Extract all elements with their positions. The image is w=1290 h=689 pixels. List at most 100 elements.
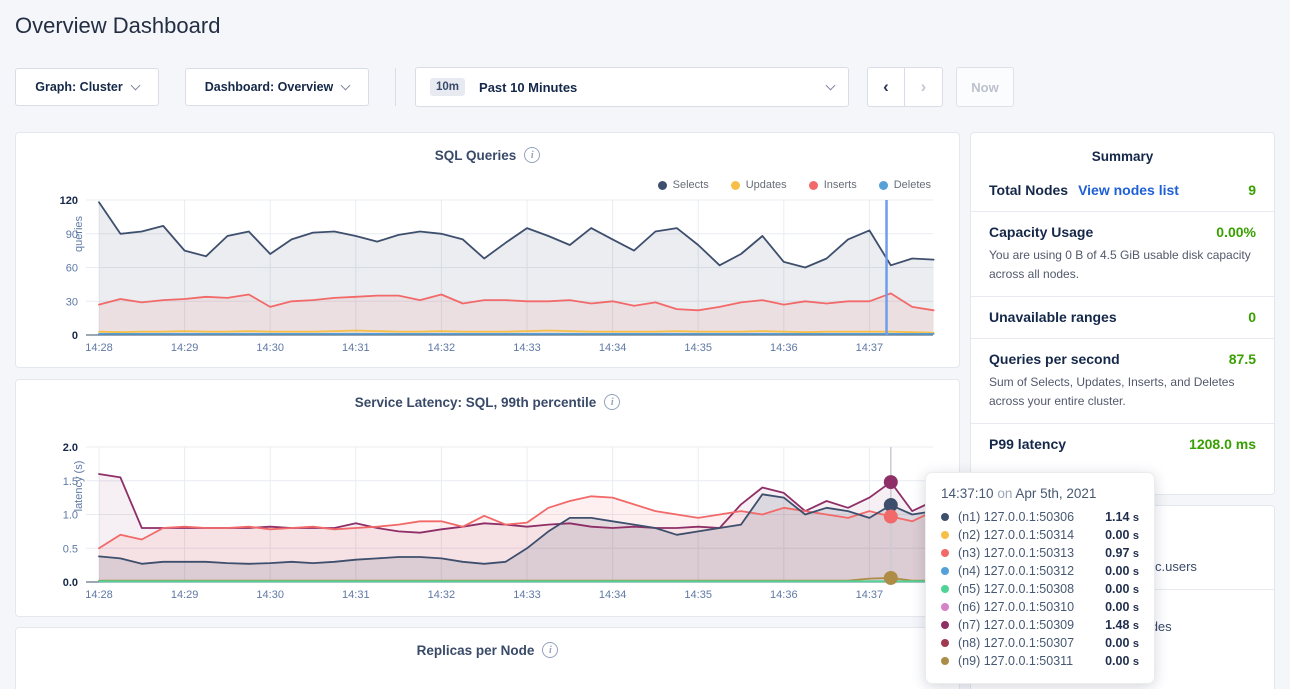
node-color-dot-icon [941, 603, 949, 611]
chevron-down-icon [826, 80, 836, 90]
x-axis-tick-label: 14:30 [256, 589, 284, 601]
hover-point-dot [884, 510, 898, 524]
info-icon[interactable]: i [542, 642, 558, 658]
tooltip-row: (n6) 127.0.0.1:503100.00 s [941, 598, 1139, 616]
y-axis-tick-label: 90 [66, 229, 78, 241]
x-axis-tick-label: 14:37 [856, 589, 884, 601]
node-color-dot-icon [941, 585, 949, 593]
tooltip-timestamp: 14:37:10 on Apr 5th, 2021 [941, 486, 1139, 501]
y-axis-tick-label: 2.0 [63, 442, 78, 454]
x-axis-tick-label: 14:37 [856, 342, 884, 354]
summary-label: Capacity Usage [989, 224, 1093, 240]
x-axis-tick-label: 14:28 [85, 342, 113, 354]
tooltip-node-value: 0.00 s [1105, 528, 1139, 542]
x-axis-tick-label: 14:33 [513, 342, 541, 354]
time-range-badge: 10m [430, 78, 465, 96]
x-axis-tick-label: 14:32 [428, 342, 456, 354]
summary-title: Summary [971, 133, 1274, 170]
service-latency-chart-plot[interactable]: 0.00.51.01.52.014:2814:2914:3014:3114:32… [16, 380, 959, 616]
tooltip-row: (n4) 127.0.0.1:50312 0.00 s [941, 562, 1139, 580]
tooltip-row: (n2) 127.0.0.1:50314 0.00 s [941, 526, 1139, 544]
time-prev-button[interactable]: ‹ [867, 67, 905, 107]
summary-label: Unavailable ranges [989, 309, 1117, 325]
tooltip-row: (n1) 127.0.0.1:503061.14 s [941, 508, 1139, 526]
divider [395, 68, 396, 106]
x-axis-tick-label: 14:36 [770, 589, 798, 601]
x-axis-tick-label: 14:30 [256, 342, 284, 354]
tooltip-node-value: 1.14 s [1105, 510, 1139, 524]
replicas-per-node-chart-title: Replicas per Node [417, 643, 535, 658]
tooltip-node-value: 0.00 s [1105, 564, 1139, 578]
y-axis-tick-label: 30 [66, 296, 78, 308]
summary-label: Total Nodes [989, 182, 1068, 198]
tooltip-node-label: (n7) 127.0.0.1:50309 [958, 618, 1074, 632]
tooltip-row: (n8) 127.0.0.1:50307 0.00 s [941, 634, 1139, 652]
tooltip-node-value: 0.97 s [1105, 546, 1139, 560]
tooltip-node-value: 0.00 s [1105, 636, 1139, 650]
tooltip-row: (n9) 127.0.0.1:50311 0.00 s [941, 652, 1139, 670]
x-axis-tick-label: 14:33 [513, 589, 541, 601]
view-nodes-list-link[interactable]: View nodes list [1078, 182, 1179, 198]
dashboard-dropdown-label: Dashboard: Overview [205, 80, 334, 94]
summary-item-queries-per-second: Queries per second 87.5 Sum of Selects, … [971, 339, 1274, 424]
tooltip-node-label: (n8) 127.0.0.1:50307 [958, 636, 1074, 650]
replicas-per-node-chart-card: Replicas per Node i [15, 627, 960, 689]
y-axis-tick-label: 0.0 [63, 577, 78, 589]
tooltip-node-label: (n9) 127.0.0.1:50311 [958, 654, 1073, 668]
time-step-buttons: ‹ › [867, 67, 943, 107]
now-button[interactable]: Now [956, 67, 1014, 107]
tooltip-node-value: 0.00 s [1105, 654, 1139, 668]
x-axis-tick-label: 14:35 [684, 342, 712, 354]
summary-item-capacity-usage: Capacity Usage 0.00% You are using 0 B o… [971, 212, 1274, 297]
summary-value: 87.5 [1229, 351, 1256, 367]
summary-description: Sum of Selects, Updates, Inserts, and De… [989, 373, 1256, 410]
y-axis-tick-label: 120 [60, 195, 78, 207]
chevron-down-icon [341, 80, 351, 90]
summary-item-unavailable-ranges: Unavailable ranges 0 [971, 297, 1274, 339]
tooltip-node-value: 0.00 s [1105, 582, 1139, 596]
summary-value: 0.00% [1216, 224, 1256, 240]
tooltip-node-label: (n3) 127.0.0.1:50313 [958, 546, 1074, 560]
x-axis-tick-label: 14:29 [171, 342, 199, 354]
summary-value: 1208.0 ms [1189, 436, 1256, 452]
page-title: Overview Dashboard [15, 13, 220, 39]
time-next-button[interactable]: › [905, 67, 943, 107]
tooltip-node-label: (n5) 127.0.0.1:50308 [958, 582, 1074, 596]
summary-description: You are using 0 B of 4.5 GiB usable disk… [989, 246, 1256, 283]
chart-hover-tooltip: 14:37:10 on Apr 5th, 2021 (n1) 127.0.0.1… [925, 472, 1155, 684]
chevron-down-icon [130, 80, 140, 90]
x-axis-tick-label: 14:28 [85, 589, 113, 601]
y-axis-tick-label: 60 [66, 263, 78, 275]
node-color-dot-icon [941, 567, 949, 575]
x-axis-tick-label: 14:36 [770, 342, 798, 354]
tooltip-node-rows: (n1) 127.0.0.1:503061.14 s(n2) 127.0.0.1… [941, 508, 1139, 670]
time-range-dropdown[interactable]: 10m Past 10 Minutes [415, 67, 849, 107]
sql-queries-chart-card: SQL Queries i SelectsUpdatesInsertsDelet… [15, 132, 960, 368]
sql-queries-chart-plot[interactable]: 0 30 60 90 120 14:28 14:29 14:30 14:31 14:32 14:33… [16, 133, 959, 367]
x-axis-tick-label: 14:31 [342, 342, 370, 354]
tooltip-node-value: 0.00 s [1105, 600, 1139, 614]
tooltip-row: (n5) 127.0.0.1:50308 0.00 s [941, 580, 1139, 598]
x-axis-tick-label: 14:34 [599, 342, 627, 354]
service-latency-chart-card: Service Latency: SQL, 99th percentile i … [15, 379, 960, 617]
tooltip-node-label: (n2) 127.0.0.1:50314 [958, 528, 1074, 542]
summary-item-total-nodes: Total Nodes View nodes list 9 [971, 170, 1274, 212]
node-color-dot-icon [941, 621, 949, 629]
summary-label: P99 latency [989, 436, 1066, 452]
dashboard-dropdown[interactable]: Dashboard: Overview [185, 68, 369, 106]
node-color-dot-icon [941, 549, 949, 557]
summary-value: 0 [1248, 309, 1256, 325]
x-axis-tick-label: 14:31 [342, 589, 370, 601]
graph-dropdown-label: Graph: Cluster [35, 80, 123, 94]
summary-item-p99-latency: P99 latency 1208.0 ms [971, 424, 1274, 465]
y-axis-tick-label: 0 [72, 330, 78, 342]
x-axis-tick-label: 14:29 [171, 589, 199, 601]
summary-label: Queries per second [989, 351, 1120, 367]
hover-point-dot [884, 571, 898, 585]
x-axis-tick-label: 14:35 [684, 589, 712, 601]
graph-dropdown[interactable]: Graph: Cluster [15, 68, 159, 106]
node-color-dot-icon [941, 639, 949, 647]
summary-panel: Summary Total Nodes View nodes list 9 Ca… [970, 132, 1275, 495]
node-color-dot-icon [941, 531, 949, 539]
tooltip-node-label: (n4) 127.0.0.1:50312 [958, 564, 1074, 578]
